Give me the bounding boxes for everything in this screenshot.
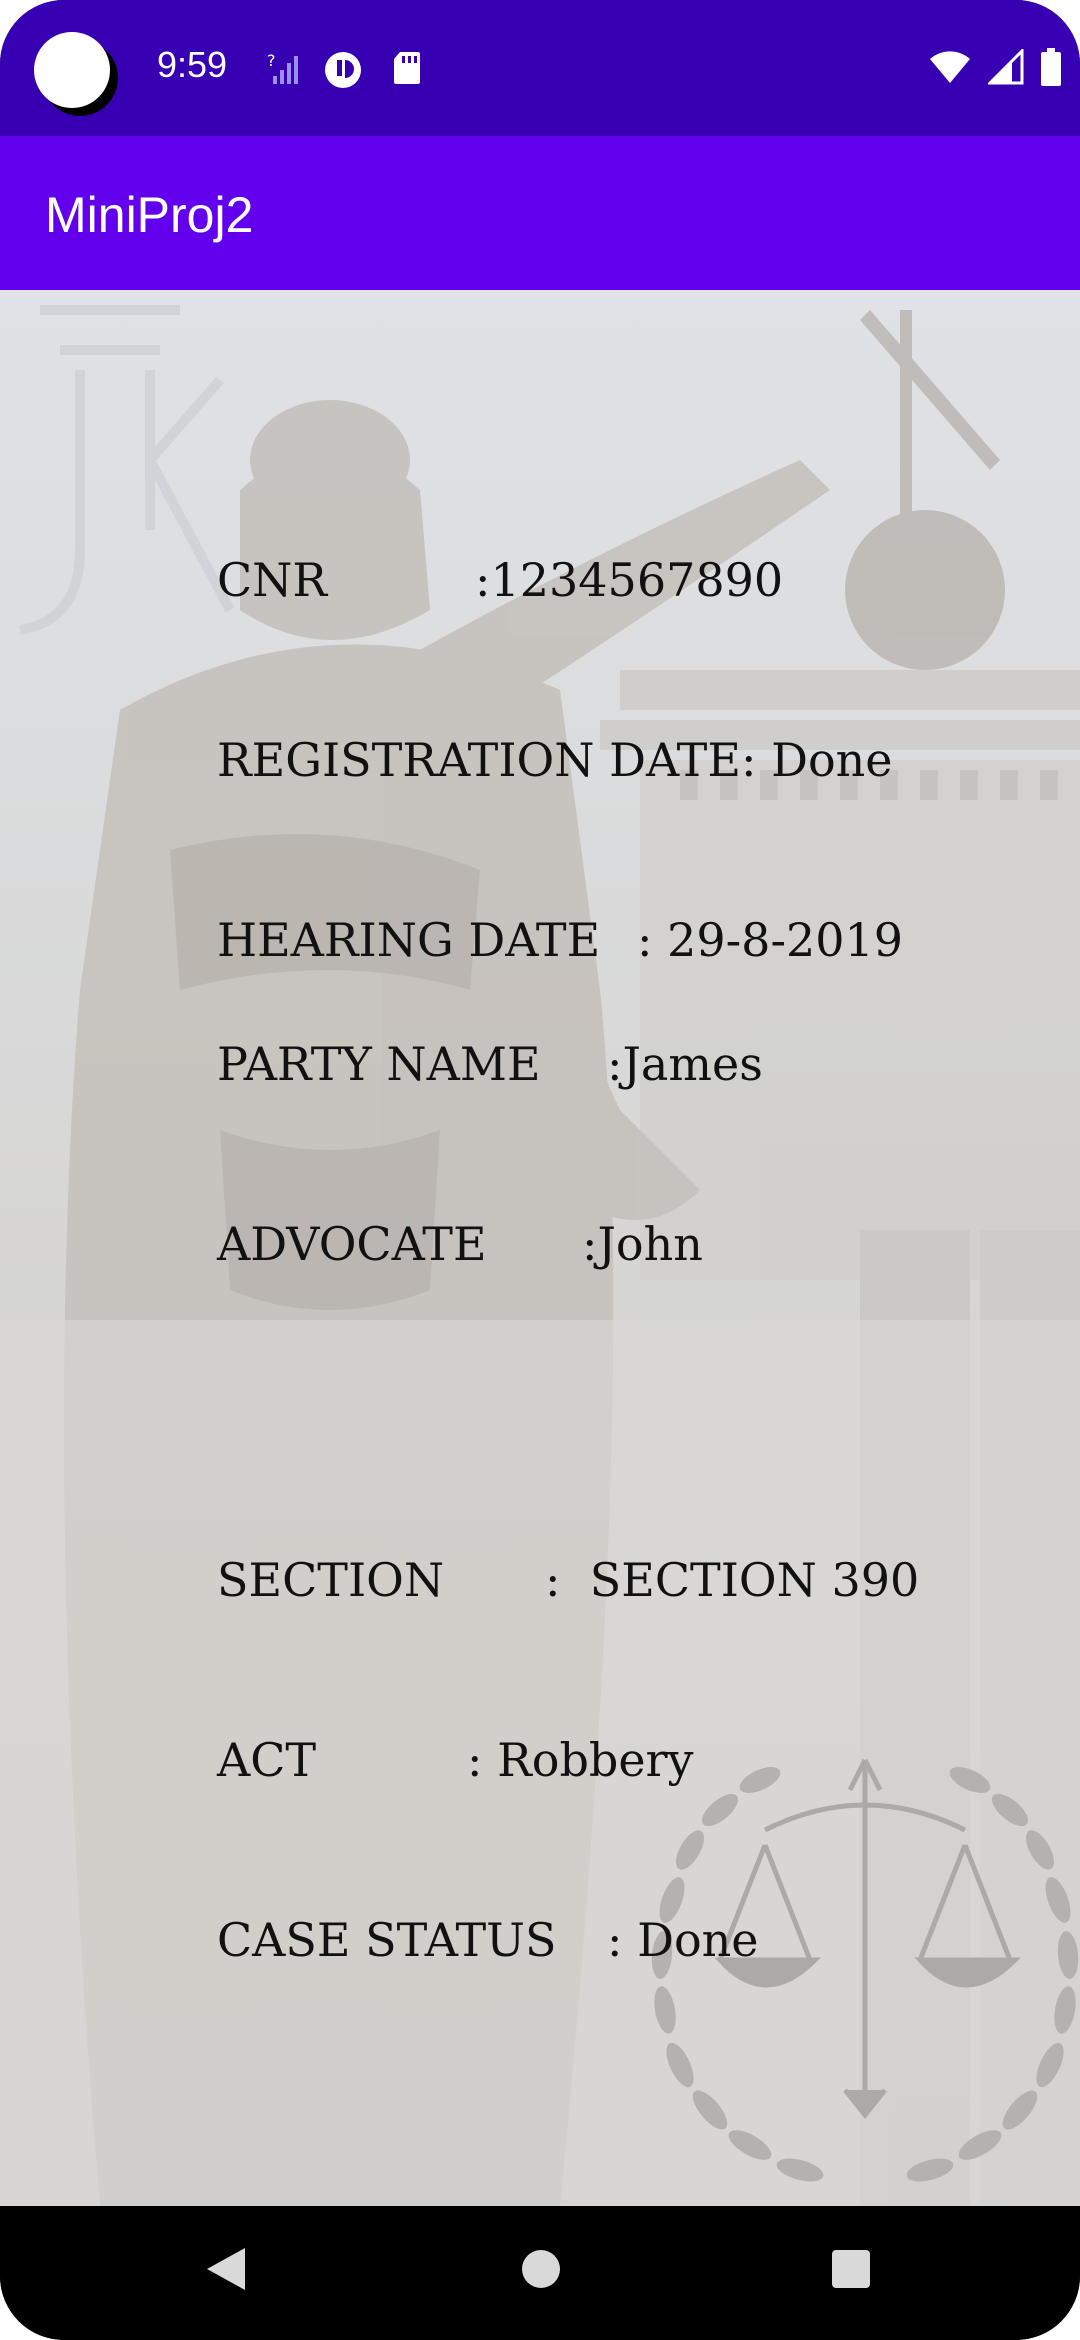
case-status-sep: : bbox=[606, 1913, 623, 1967]
party-name-row: PARTY NAME:James bbox=[100, 974, 763, 1154]
status-time: 9:59 bbox=[157, 44, 228, 85]
hearing-date-label: HEARING DATE bbox=[216, 913, 601, 967]
back-icon[interactable] bbox=[203, 2244, 249, 2298]
cnr-row: CNR:1234567890 bbox=[100, 490, 903, 670]
party-name-sep: : bbox=[606, 1037, 623, 1091]
advocate-row: ADVOCATE:John bbox=[100, 1154, 763, 1334]
advocate-sep: : bbox=[581, 1217, 598, 1271]
cnr-label: CNR bbox=[216, 553, 328, 607]
app-bar: MiniProj2 bbox=[0, 136, 1080, 290]
section-label: SECTION bbox=[216, 1553, 445, 1607]
camera-cutout bbox=[34, 32, 110, 108]
navigation-bar bbox=[0, 2206, 1080, 2340]
case-status-row: CASE STATUS: Done bbox=[100, 1850, 919, 2030]
registration-date-label: REGISTRATION DATE bbox=[216, 733, 741, 787]
battery-icon bbox=[1041, 48, 1061, 86]
cell-signal-icon bbox=[988, 49, 1024, 85]
act-label: ACT bbox=[216, 1733, 317, 1787]
case-registration-block: CNR:1234567890 REGISTRATION DATE: Done H… bbox=[100, 490, 903, 1030]
registration-date-row: REGISTRATION DATE: Done bbox=[100, 670, 903, 850]
case-status-label: CASE STATUS bbox=[216, 1913, 557, 1967]
act-sep: : bbox=[466, 1733, 483, 1787]
section-value: SECTION 390 bbox=[589, 1553, 920, 1607]
act-row: ACT: Robbery bbox=[100, 1670, 919, 1850]
party-block: PARTY NAME:James ADVOCATE:John bbox=[100, 974, 763, 1334]
case-details-screen: CNR:1234567890 REGISTRATION DATE: Done H… bbox=[0, 290, 1080, 2206]
party-name-label: PARTY NAME bbox=[216, 1037, 541, 1091]
act-value: Robbery bbox=[497, 1733, 694, 1787]
signal-unknown-icon: ? bbox=[265, 50, 301, 90]
party-name-value: James bbox=[622, 1037, 763, 1091]
wifi-icon bbox=[930, 51, 970, 83]
section-sep: : bbox=[544, 1553, 561, 1607]
status-right-icons bbox=[928, 48, 1062, 86]
phone-screen: 9:59 ? MiniProj2 CNR:1234567890 REGISTR… bbox=[0, 0, 1080, 2340]
hearing-date-value: 29-8-2019 bbox=[667, 913, 904, 967]
registration-date-sep: : bbox=[740, 733, 757, 787]
data-saver-icon bbox=[323, 50, 363, 94]
status-bar: 9:59 ? bbox=[0, 0, 1080, 136]
sd-card-icon bbox=[392, 50, 422, 90]
section-row: SECTION: SECTION 390 bbox=[100, 1490, 919, 1670]
svg-text:?: ? bbox=[267, 51, 276, 70]
cnr-value: 1234567890 bbox=[490, 553, 784, 607]
home-icon[interactable] bbox=[520, 2244, 562, 2298]
case-status-block: SECTION: SECTION 390 ACT: Robbery CASE S… bbox=[100, 1490, 919, 2030]
advocate-label: ADVOCATE bbox=[216, 1217, 487, 1271]
case-status-value: Done bbox=[637, 1913, 759, 1967]
app-title: MiniProj2 bbox=[45, 187, 254, 243]
cnr-sep: : bbox=[474, 553, 491, 607]
registration-date-value: Done bbox=[771, 733, 893, 787]
recents-icon[interactable] bbox=[830, 2244, 872, 2298]
hearing-date-sep: : bbox=[636, 913, 653, 967]
advocate-value: John bbox=[597, 1217, 703, 1271]
